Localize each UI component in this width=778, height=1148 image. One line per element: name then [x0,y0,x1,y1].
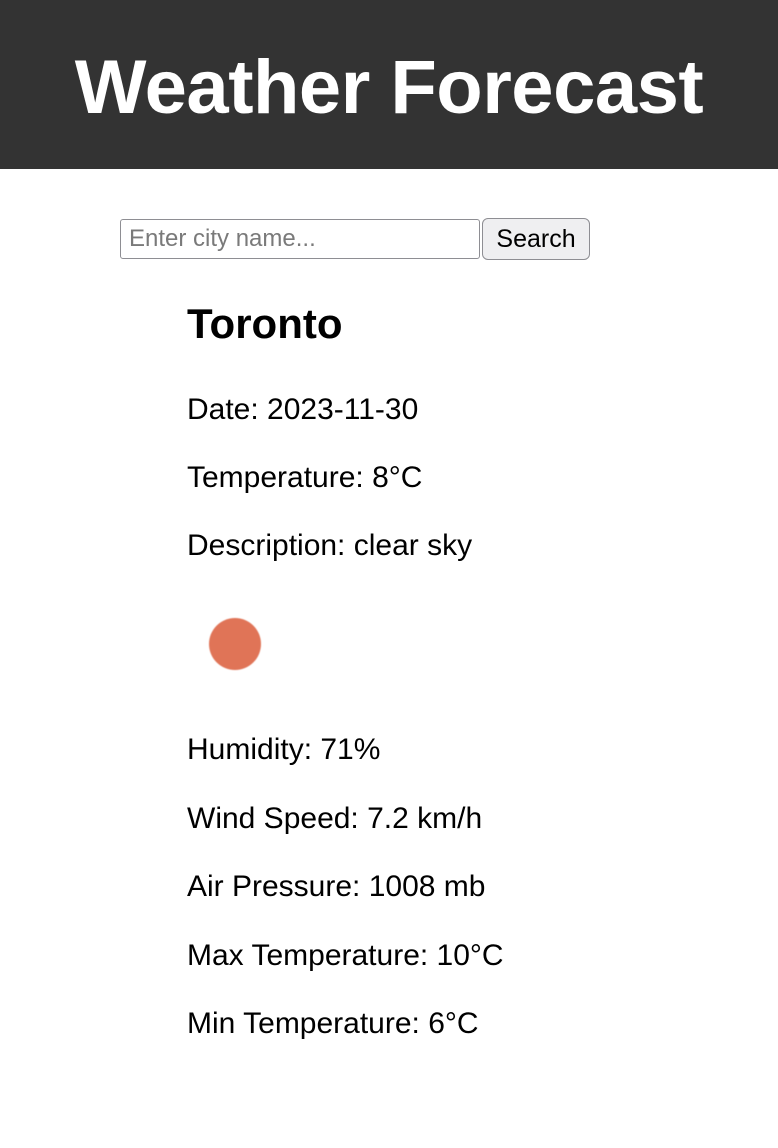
clear-sky-sun-icon [209,618,261,670]
city-name: Toronto [187,300,343,347]
page-title: Weather Forecast [74,45,704,130]
search-button[interactable]: Search [482,218,590,260]
weather-wind-speed: Wind Speed: 7.2 km/h [187,802,483,835]
search-bar: Search [120,218,590,260]
weather-min-temperature: Min Temperature: 6°C [187,1007,479,1040]
weather-icon-container [209,618,261,670]
city-search-input[interactable] [120,219,480,259]
weather-temperature: Temperature: 8°C [187,461,423,494]
page-header: Weather Forecast [0,0,778,169]
weather-date: Date: 2023-11-30 [187,393,419,426]
weather-panel: Toronto Date: 2023-11-30 Temperature: 8°… [187,296,747,1040]
weather-description: Description: clear sky [187,529,473,562]
weather-humidity: Humidity: 71% [187,733,381,766]
weather-max-temperature: Max Temperature: 10°C [187,939,504,972]
weather-air-pressure: Air Pressure: 1008 mb [187,870,486,903]
